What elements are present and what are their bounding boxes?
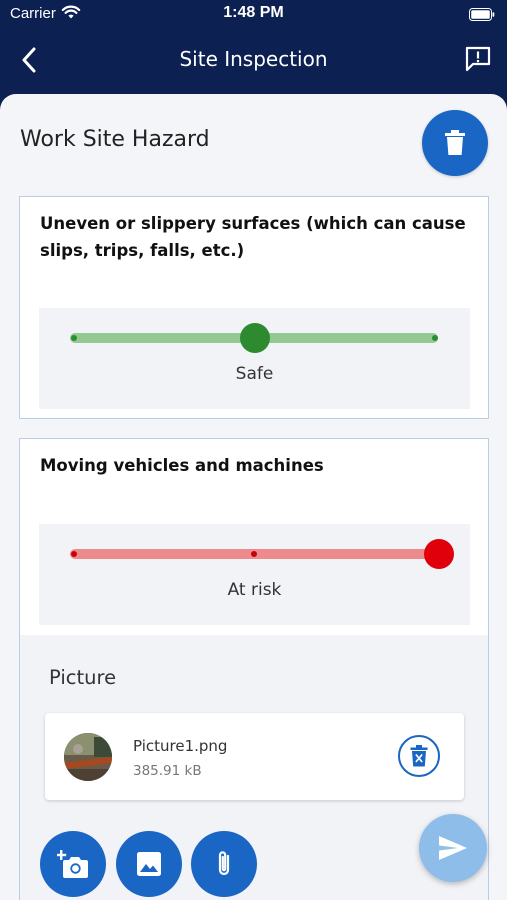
slider-step-dot <box>71 551 77 557</box>
battery-icon <box>469 7 495 25</box>
rating-slider-panel: At risk <box>39 524 470 625</box>
navigation-bar: Site Inspection <box>0 28 507 92</box>
attachment-thumbnail <box>64 733 112 781</box>
content-sheet: Work Site Hazard Uneven or slippery surf… <box>0 94 507 900</box>
send-button[interactable] <box>419 814 487 882</box>
attachment-file-name: Picture1.png <box>133 737 228 755</box>
rating-label: Safe <box>235 364 274 384</box>
hazard-question: Uneven or slippery surfaces (which can c… <box>40 214 466 260</box>
send-icon <box>439 836 467 860</box>
attach-file-button[interactable] <box>191 831 257 897</box>
picture-section: Picture Picture1.png 385.91 kB <box>20 635 488 900</box>
take-photo-button[interactable] <box>40 831 106 897</box>
feedback-button[interactable] <box>463 44 493 74</box>
hazard-question: Moving vehicles and machines <box>40 456 324 475</box>
status-bar: Carrier 1:48 PM <box>0 0 507 28</box>
paperclip-icon <box>218 851 230 876</box>
page-title: Site Inspection <box>179 47 328 71</box>
rating-slider-panel: Safe <box>39 308 470 409</box>
section-title: Work Site Hazard <box>20 127 210 152</box>
feedback-icon <box>465 46 491 72</box>
attachment-item[interactable]: Picture1.png 385.91 kB <box>45 713 464 800</box>
attachment-file-size: 385.91 kB <box>133 763 202 779</box>
delete-section-button[interactable] <box>422 110 488 176</box>
slider-step-dot <box>71 335 77 341</box>
rating-label: At risk <box>227 580 282 600</box>
status-time: 1:48 PM <box>223 4 284 21</box>
delete-attachment-button[interactable] <box>398 735 440 777</box>
add-photo-icon <box>57 850 88 878</box>
back-button[interactable] <box>14 43 44 77</box>
rating-slider-thumb[interactable] <box>240 323 270 353</box>
slider-step-dot <box>251 551 257 557</box>
image-icon <box>137 852 161 876</box>
trash-x-icon <box>410 745 428 767</box>
trash-icon <box>445 130 465 155</box>
choose-image-button[interactable] <box>116 831 182 897</box>
rating-slider-thumb[interactable] <box>424 539 454 569</box>
chevron-left-icon <box>22 47 36 73</box>
slider-step-dot <box>432 335 438 341</box>
picture-title: Picture <box>49 666 117 689</box>
hazard-card: Moving vehicles and machines At risk Pic… <box>19 438 489 900</box>
hazard-card: Uneven or slippery surfaces (which can c… <box>19 196 489 419</box>
